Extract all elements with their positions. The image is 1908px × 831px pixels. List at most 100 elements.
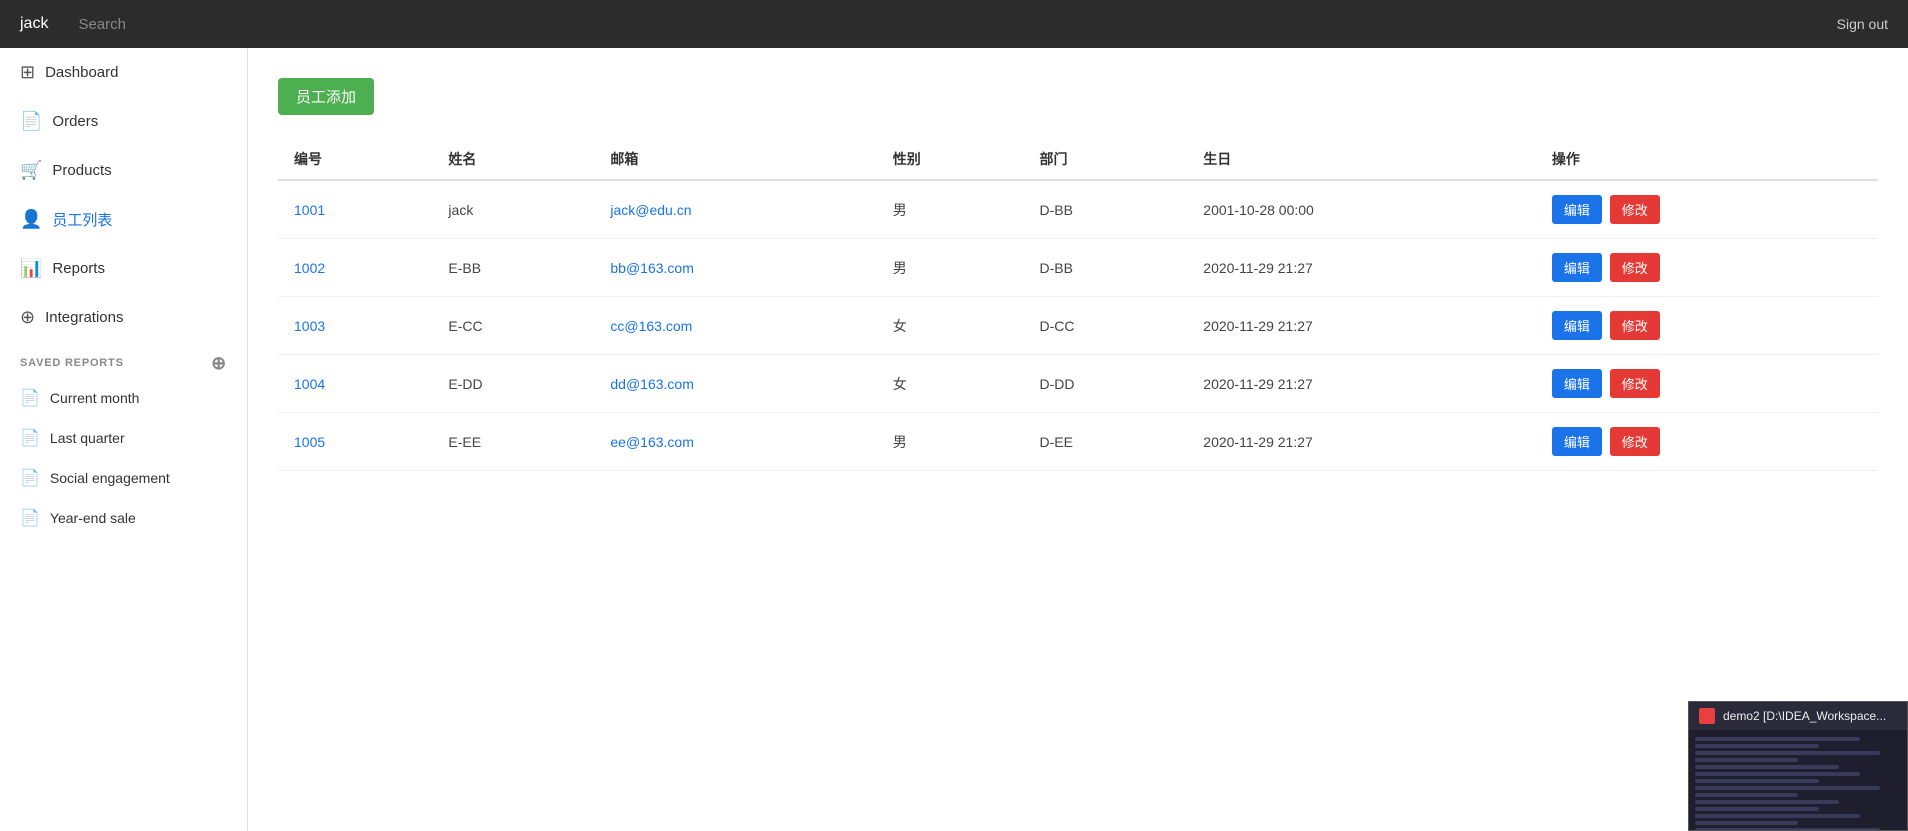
sidebar-item-reports[interactable]: 📊 Reports — [0, 244, 247, 293]
modify-button[interactable]: 修改 — [1610, 369, 1660, 398]
code-line — [1695, 807, 1819, 811]
saved-report-current-month[interactable]: 📄 Current month — [0, 378, 247, 418]
code-line — [1695, 779, 1819, 783]
add-employee-button[interactable]: 员工添加 — [278, 78, 374, 115]
cell-birthday: 2001-10-28 00:00 — [1187, 180, 1536, 239]
saved-report-label: Last quarter — [50, 430, 125, 446]
cell-email: bb@163.com — [594, 239, 876, 297]
cell-name: jack — [432, 180, 594, 239]
modify-button[interactable]: 修改 — [1610, 427, 1660, 456]
report-icon: 📄 — [20, 428, 40, 448]
sidebar-item-label: 员工列表 — [52, 209, 112, 230]
add-saved-report-button[interactable]: ⊕ — [211, 354, 227, 372]
saved-report-last-quarter[interactable]: 📄 Last quarter — [0, 418, 247, 458]
code-line — [1695, 828, 1880, 830]
cell-name: E-DD — [432, 355, 594, 413]
taskbar-preview-title: demo2 [D:\IDEA_Workspace... — [1723, 709, 1886, 723]
modify-button[interactable]: 修改 — [1610, 311, 1660, 340]
edit-button[interactable]: 编辑 — [1552, 427, 1602, 456]
cell-email: dd@163.com — [594, 355, 876, 413]
col-header-name: 姓名 — [432, 139, 594, 180]
cell-birthday: 2020-11-29 21:27 — [1187, 297, 1536, 355]
cell-gender: 男 — [877, 413, 1024, 471]
taskbar-preview-header: demo2 [D:\IDEA_Workspace... — [1689, 702, 1907, 730]
col-header-dept: 部门 — [1023, 139, 1187, 180]
topbar: jack Sign out — [0, 0, 1908, 48]
report-icon: 📄 — [20, 468, 40, 488]
table-row: 1004 E-DD dd@163.com 女 D-DD 2020-11-29 2… — [278, 355, 1878, 413]
cell-dept: D-BB — [1023, 180, 1187, 239]
employee-table: 编号 姓名 邮箱 性别 部门 生日 操作 1001 jack jack@edu.… — [278, 139, 1878, 471]
edit-button[interactable]: 编辑 — [1552, 195, 1602, 224]
cell-name: E-CC — [432, 297, 594, 355]
cell-gender: 女 — [877, 297, 1024, 355]
products-icon: 🛒 — [20, 160, 42, 181]
integrations-icon: ⊕ — [20, 307, 35, 328]
cell-dept: D-BB — [1023, 239, 1187, 297]
cell-id: 1003 — [278, 297, 432, 355]
cell-birthday: 2020-11-29 21:27 — [1187, 239, 1536, 297]
sidebar-item-integrations[interactable]: ⊕ Integrations — [0, 293, 247, 342]
main-content: 员工添加 编号 姓名 邮箱 性别 部门 生日 操作 1001 jack jack… — [248, 48, 1908, 831]
cell-id: 1005 — [278, 413, 432, 471]
sidebar-item-label: Reports — [52, 260, 105, 277]
cell-name: E-EE — [432, 413, 594, 471]
code-line — [1695, 765, 1839, 769]
code-line — [1695, 786, 1880, 790]
sidebar-item-employee-list[interactable]: 👤 员工列表 — [0, 195, 247, 244]
idea-icon — [1699, 708, 1715, 724]
layout: ⊞ Dashboard 📄 Orders 🛒 Products 👤 员工列表 📊… — [0, 48, 1908, 831]
cell-email: ee@163.com — [594, 413, 876, 471]
code-line — [1695, 814, 1860, 818]
taskbar-preview[interactable]: demo2 [D:\IDEA_Workspace... — [1688, 701, 1908, 831]
code-line — [1695, 772, 1860, 776]
taskbar-preview-body — [1689, 730, 1907, 830]
modify-button[interactable]: 修改 — [1610, 195, 1660, 224]
sidebar-item-label: Products — [52, 162, 111, 179]
saved-report-social-engagement[interactable]: 📄 Social engagement — [0, 458, 247, 498]
col-header-id: 编号 — [278, 139, 432, 180]
cell-gender: 男 — [877, 239, 1024, 297]
sidebar-item-label: Orders — [52, 113, 98, 130]
cell-dept: D-EE — [1023, 413, 1187, 471]
reports-icon: 📊 — [20, 258, 42, 279]
sidebar-item-label: Dashboard — [45, 64, 118, 81]
cell-birthday: 2020-11-29 21:27 — [1187, 355, 1536, 413]
dashboard-icon: ⊞ — [20, 62, 35, 83]
search-input[interactable] — [78, 16, 1806, 33]
sidebar: ⊞ Dashboard 📄 Orders 🛒 Products 👤 员工列表 📊… — [0, 48, 248, 831]
modify-button[interactable]: 修改 — [1610, 253, 1660, 282]
col-header-email: 邮箱 — [594, 139, 876, 180]
table-header-row: 编号 姓名 邮箱 性别 部门 生日 操作 — [278, 139, 1878, 180]
sidebar-item-products[interactable]: 🛒 Products — [0, 146, 247, 195]
saved-report-label: Current month — [50, 390, 139, 406]
cell-email: jack@edu.cn — [594, 180, 876, 239]
report-icon: 📄 — [20, 508, 40, 528]
cell-dept: D-DD — [1023, 355, 1187, 413]
cell-id: 1002 — [278, 239, 432, 297]
cell-id: 1004 — [278, 355, 432, 413]
cell-gender: 男 — [877, 180, 1024, 239]
saved-report-label: Year-end sale — [50, 510, 136, 526]
sidebar-item-orders[interactable]: 📄 Orders — [0, 97, 247, 146]
cell-actions: 编辑 修改 — [1536, 180, 1878, 239]
col-header-gender: 性别 — [877, 139, 1024, 180]
code-line — [1695, 737, 1860, 741]
code-line — [1695, 793, 1798, 797]
edit-button[interactable]: 编辑 — [1552, 311, 1602, 340]
code-line — [1695, 751, 1880, 755]
code-line — [1695, 758, 1798, 762]
code-line — [1695, 821, 1798, 825]
code-line — [1695, 744, 1819, 748]
cell-dept: D-CC — [1023, 297, 1187, 355]
table-row: 1002 E-BB bb@163.com 男 D-BB 2020-11-29 2… — [278, 239, 1878, 297]
signout-button[interactable]: Sign out — [1837, 16, 1888, 32]
table-row: 1005 E-EE ee@163.com 男 D-EE 2020-11-29 2… — [278, 413, 1878, 471]
sidebar-item-label: Integrations — [45, 309, 123, 326]
orders-icon: 📄 — [20, 111, 42, 132]
cell-gender: 女 — [877, 355, 1024, 413]
saved-report-year-end-sale[interactable]: 📄 Year-end sale — [0, 498, 247, 538]
edit-button[interactable]: 编辑 — [1552, 369, 1602, 398]
sidebar-item-dashboard[interactable]: ⊞ Dashboard — [0, 48, 247, 97]
edit-button[interactable]: 编辑 — [1552, 253, 1602, 282]
